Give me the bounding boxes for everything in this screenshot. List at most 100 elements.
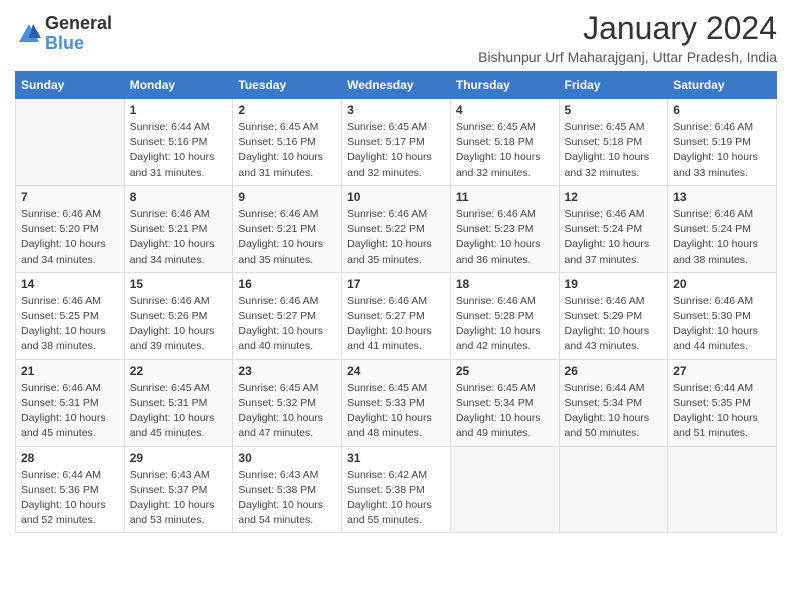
day-info: Sunrise: 6:45 AM Sunset: 5:18 PM Dayligh… xyxy=(456,120,554,181)
calendar-cell: 24 Sunrise: 6:45 AM Sunset: 5:33 PM Dayli… xyxy=(342,359,451,446)
calendar-cell: 20Sunrise: 6:46 AM Sunset: 5:30 PM Dayli… xyxy=(668,272,777,359)
day-number: 13 xyxy=(673,190,771,204)
day-info: Sunrise: 6:44 AM Sunset: 5:36 PM Dayligh… xyxy=(21,468,119,529)
day-info: Sunrise: 6:46 AM Sunset: 5:31 PM Dayligh… xyxy=(21,381,119,442)
logo-icon xyxy=(15,20,43,48)
calendar-table: SundayMondayTuesdayWednesdayThursdayFrid… xyxy=(15,71,777,533)
day-number: 11 xyxy=(456,190,554,204)
header-sunday: Sunday xyxy=(16,72,125,99)
calendar-cell: 31 Sunrise: 6:42 AM Sunset: 5:38 PM Dayli… xyxy=(342,446,451,533)
calendar-cell: 5 Sunrise: 6:45 AM Sunset: 5:18 PM Daylig… xyxy=(559,99,668,186)
calendar-week-1: 1 Sunrise: 6:44 AM Sunset: 5:16 PM Daylig… xyxy=(16,99,777,186)
day-info: Sunrise: 6:45 AM Sunset: 5:34 PM Dayligh… xyxy=(456,381,554,442)
day-number: 12 xyxy=(565,190,663,204)
header-friday: Friday xyxy=(559,72,668,99)
day-number: 6 xyxy=(673,103,771,117)
day-number: 16 xyxy=(238,277,336,291)
calendar-cell xyxy=(668,446,777,533)
calendar-cell: 4 Sunrise: 6:45 AM Sunset: 5:18 PM Daylig… xyxy=(450,99,559,186)
calendar-cell: 3 Sunrise: 6:45 AM Sunset: 5:17 PM Daylig… xyxy=(342,99,451,186)
day-number: 27 xyxy=(673,364,771,378)
day-number: 30 xyxy=(238,451,336,465)
day-info: Sunrise: 6:46 AM Sunset: 5:28 PM Dayligh… xyxy=(456,294,554,355)
day-number: 9 xyxy=(238,190,336,204)
calendar-cell xyxy=(559,446,668,533)
day-info: Sunrise: 6:46 AM Sunset: 5:30 PM Dayligh… xyxy=(673,294,771,355)
day-number: 19 xyxy=(565,277,663,291)
calendar-cell: 27Sunrise: 6:44 AM Sunset: 5:35 PM Dayli… xyxy=(668,359,777,446)
day-info: Sunrise: 6:46 AM Sunset: 5:29 PM Dayligh… xyxy=(565,294,663,355)
day-info: Sunrise: 6:46 AM Sunset: 5:27 PM Dayligh… xyxy=(347,294,445,355)
calendar-cell: 18Sunrise: 6:46 AM Sunset: 5:28 PM Dayli… xyxy=(450,272,559,359)
day-info: Sunrise: 6:46 AM Sunset: 5:21 PM Dayligh… xyxy=(130,207,228,268)
day-number: 5 xyxy=(565,103,663,117)
page-header: General Blue January 2024 Bishunpur Urf … xyxy=(15,10,777,65)
day-number: 1 xyxy=(130,103,228,117)
calendar-cell: 11Sunrise: 6:46 AM Sunset: 5:23 PM Dayli… xyxy=(450,185,559,272)
day-number: 21 xyxy=(21,364,119,378)
calendar-cell: 28 Sunrise: 6:44 AM Sunset: 5:36 PM Dayli… xyxy=(16,446,125,533)
calendar-cell: 19 Sunrise: 6:46 AM Sunset: 5:29 PM Dayli… xyxy=(559,272,668,359)
day-info: Sunrise: 6:45 AM Sunset: 5:17 PM Dayligh… xyxy=(347,120,445,181)
day-info: Sunrise: 6:42 AM Sunset: 5:38 PM Dayligh… xyxy=(347,468,445,529)
day-number: 8 xyxy=(130,190,228,204)
day-info: Sunrise: 6:45 AM Sunset: 5:33 PM Dayligh… xyxy=(347,381,445,442)
calendar-cell: 12 Sunrise: 6:46 AM Sunset: 5:24 PM Dayli… xyxy=(559,185,668,272)
day-info: Sunrise: 6:46 AM Sunset: 5:20 PM Dayligh… xyxy=(21,207,119,268)
calendar-cell: 17Sunrise: 6:46 AM Sunset: 5:27 PM Dayli… xyxy=(342,272,451,359)
logo: General Blue xyxy=(15,14,112,54)
calendar-cell: 9 Sunrise: 6:46 AM Sunset: 5:21 PM Daylig… xyxy=(233,185,342,272)
calendar-cell: 26 Sunrise: 6:44 AM Sunset: 5:34 PM Dayli… xyxy=(559,359,668,446)
day-number: 24 xyxy=(347,364,445,378)
calendar-cell: 21 Sunrise: 6:46 AM Sunset: 5:31 PM Dayli… xyxy=(16,359,125,446)
calendar-week-4: 21 Sunrise: 6:46 AM Sunset: 5:31 PM Dayli… xyxy=(16,359,777,446)
day-info: Sunrise: 6:46 AM Sunset: 5:24 PM Dayligh… xyxy=(565,207,663,268)
calendar-cell: 16 Sunrise: 6:46 AM Sunset: 5:27 PM Dayli… xyxy=(233,272,342,359)
header-wednesday: Wednesday xyxy=(342,72,451,99)
calendar-cell: 6 Sunrise: 6:46 AM Sunset: 5:19 PM Daylig… xyxy=(668,99,777,186)
calendar-body: 1 Sunrise: 6:44 AM Sunset: 5:16 PM Daylig… xyxy=(16,99,777,533)
day-info: Sunrise: 6:46 AM Sunset: 5:22 PM Dayligh… xyxy=(347,207,445,268)
day-number: 3 xyxy=(347,103,445,117)
header-monday: Monday xyxy=(124,72,233,99)
day-info: Sunrise: 6:45 AM Sunset: 5:32 PM Dayligh… xyxy=(238,381,336,442)
calendar-cell xyxy=(16,99,125,186)
day-info: Sunrise: 6:44 AM Sunset: 5:16 PM Dayligh… xyxy=(130,120,228,181)
calendar-cell: 13 Sunrise: 6:46 AM Sunset: 5:24 PM Dayli… xyxy=(668,185,777,272)
day-info: Sunrise: 6:46 AM Sunset: 5:19 PM Dayligh… xyxy=(673,120,771,181)
main-title: January 2024 xyxy=(478,10,777,47)
day-number: 14 xyxy=(21,277,119,291)
calendar-week-3: 14 Sunrise: 6:46 AM Sunset: 5:25 PM Dayli… xyxy=(16,272,777,359)
calendar-cell: 29 Sunrise: 6:43 AM Sunset: 5:37 PM Dayli… xyxy=(124,446,233,533)
day-number: 7 xyxy=(21,190,119,204)
calendar-cell: 7 Sunrise: 6:46 AM Sunset: 5:20 PM Daylig… xyxy=(16,185,125,272)
header-saturday: Saturday xyxy=(668,72,777,99)
day-info: Sunrise: 6:44 AM Sunset: 5:34 PM Dayligh… xyxy=(565,381,663,442)
day-number: 29 xyxy=(130,451,228,465)
day-number: 23 xyxy=(238,364,336,378)
calendar-cell: 15Sunrise: 6:46 AM Sunset: 5:26 PM Dayli… xyxy=(124,272,233,359)
calendar-cell: 2Sunrise: 6:45 AM Sunset: 5:16 PM Daylig… xyxy=(233,99,342,186)
calendar-cell xyxy=(450,446,559,533)
header-tuesday: Tuesday xyxy=(233,72,342,99)
calendar-cell: 10Sunrise: 6:46 AM Sunset: 5:22 PM Dayli… xyxy=(342,185,451,272)
subtitle: Bishunpur Urf Maharajganj, Uttar Pradesh… xyxy=(478,49,777,65)
day-info: Sunrise: 6:46 AM Sunset: 5:27 PM Dayligh… xyxy=(238,294,336,355)
day-number: 26 xyxy=(565,364,663,378)
day-number: 31 xyxy=(347,451,445,465)
day-info: Sunrise: 6:46 AM Sunset: 5:24 PM Dayligh… xyxy=(673,207,771,268)
calendar-cell: 14 Sunrise: 6:46 AM Sunset: 5:25 PM Dayli… xyxy=(16,272,125,359)
day-number: 4 xyxy=(456,103,554,117)
day-info: Sunrise: 6:45 AM Sunset: 5:31 PM Dayligh… xyxy=(130,381,228,442)
day-info: Sunrise: 6:45 AM Sunset: 5:18 PM Dayligh… xyxy=(565,120,663,181)
day-number: 28 xyxy=(21,451,119,465)
calendar-header: SundayMondayTuesdayWednesdayThursdayFrid… xyxy=(16,72,777,99)
day-info: Sunrise: 6:46 AM Sunset: 5:21 PM Dayligh… xyxy=(238,207,336,268)
calendar-week-5: 28 Sunrise: 6:44 AM Sunset: 5:36 PM Dayli… xyxy=(16,446,777,533)
logo-text-blue: Blue xyxy=(45,34,84,54)
day-info: Sunrise: 6:43 AM Sunset: 5:38 PM Dayligh… xyxy=(238,468,336,529)
day-info: Sunrise: 6:43 AM Sunset: 5:37 PM Dayligh… xyxy=(130,468,228,529)
logo-text-general: General xyxy=(45,14,112,34)
title-block: January 2024 Bishunpur Urf Maharajganj, … xyxy=(478,10,777,65)
day-info: Sunrise: 6:46 AM Sunset: 5:25 PM Dayligh… xyxy=(21,294,119,355)
